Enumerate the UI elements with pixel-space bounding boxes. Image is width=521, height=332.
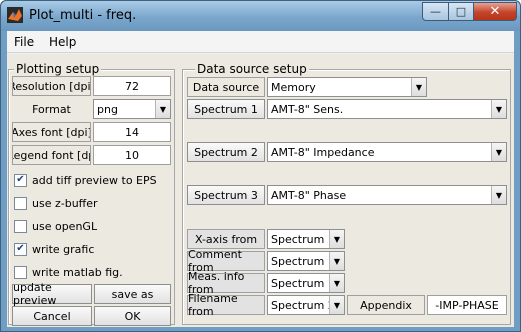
xaxis-from-value: Spectrum 1	[271, 233, 335, 246]
comment-from-value: Spectrum 1	[271, 255, 335, 268]
checkbox-box[interactable]	[14, 219, 27, 233]
format-label: Format	[12, 99, 91, 119]
filename-from-value: Spectrum 2	[271, 299, 335, 312]
spectrum-3-button[interactable]: Spectrum 3	[187, 185, 265, 205]
data-source-title: Data source setup	[195, 62, 309, 76]
legend-font-input[interactable]: 10	[93, 145, 171, 165]
chevron-down-icon[interactable]: ▼	[411, 78, 426, 96]
tiff-preview-label: add tiff preview to EPS	[32, 173, 157, 187]
close-button[interactable]: ✕	[473, 2, 517, 21]
minimize-button[interactable]: —	[422, 2, 449, 21]
appendix-input[interactable]: -IMP-PHASE	[427, 295, 507, 315]
ok-button[interactable]: OK	[94, 306, 171, 326]
cancel-button[interactable]: Cancel	[12, 306, 92, 326]
write-matlab-fig-checkbox[interactable]: write matlab fig.	[14, 263, 123, 281]
resolution-label: Resolution [dpi]	[12, 76, 91, 96]
chevron-down-icon[interactable]: ▼	[329, 230, 344, 248]
menu-file[interactable]: File	[14, 35, 34, 49]
chevron-down-icon[interactable]: ▼	[491, 186, 506, 204]
format-value: png	[97, 103, 118, 116]
spectrum-2-value: AMT-8" Impedance	[271, 146, 375, 159]
chevron-down-icon[interactable]: ▼	[329, 296, 344, 314]
write-matlab-fig-label: write matlab fig.	[32, 265, 123, 279]
data-source-label: Data source	[187, 77, 265, 97]
meas-info-from-select[interactable]: Spectrum 1 ▼	[267, 273, 345, 293]
axes-font-input[interactable]: 14	[93, 122, 171, 142]
appendix-label: Appendix	[347, 295, 425, 315]
data-source-value: Memory	[271, 81, 316, 94]
figure-area: Plotting setup Resolution [dpi] 72 Forma…	[7, 54, 514, 327]
spectrum-1-button[interactable]: Spectrum 1	[187, 99, 265, 119]
save-as-button[interactable]: save as	[94, 284, 171, 304]
comment-from-select[interactable]: Spectrum 1 ▼	[267, 251, 345, 271]
chevron-down-icon[interactable]: ▼	[155, 100, 170, 118]
format-select[interactable]: png ▼	[93, 99, 171, 119]
write-grafic-checkbox[interactable]: ✔ write grafic	[14, 240, 94, 258]
window-frame: Plot_multi - freq. — □ ✕ File Help Plott…	[0, 0, 521, 332]
comment-from-label: Comment from	[187, 248, 265, 274]
spectrum-3-value: AMT-8" Phase	[271, 189, 347, 202]
meas-info-from-label: Meas. info from	[187, 270, 265, 296]
window-title: Plot_multi - freq.	[29, 8, 137, 23]
spectrum-2-button[interactable]: Spectrum 2	[187, 142, 265, 162]
update-preview-button[interactable]: update preview	[12, 281, 92, 307]
write-grafic-label: write grafic	[32, 242, 95, 256]
axes-font-label: Axes font [dpi]	[12, 122, 91, 142]
meas-info-from-value: Spectrum 1	[271, 277, 335, 290]
spectrum-3-select[interactable]: AMT-8" Phase ▼	[267, 185, 507, 205]
spectrum-1-select[interactable]: AMT-8" Sens. ▼	[267, 99, 507, 119]
filename-from-label: Filename from	[187, 292, 265, 318]
plotting-setup-panel: Plotting setup Resolution [dpi] 72 Forma…	[8, 62, 175, 326]
plotting-setup-title: Plotting setup	[14, 62, 102, 76]
menu-bar: File Help	[7, 31, 514, 53]
opengl-checkbox[interactable]: use openGL	[14, 217, 97, 235]
spectrum-2-select[interactable]: AMT-8" Impedance ▼	[267, 142, 507, 162]
zbuffer-checkbox[interactable]: use z-buffer	[14, 194, 98, 212]
title-bar[interactable]: Plot_multi - freq. — □ ✕	[1, 1, 520, 31]
chevron-down-icon[interactable]: ▼	[491, 100, 506, 118]
resolution-input[interactable]: 72	[93, 76, 171, 96]
chevron-down-icon[interactable]: ▼	[329, 274, 344, 292]
checkbox-box[interactable]	[14, 196, 27, 210]
spectrum-1-value: AMT-8" Sens.	[271, 103, 344, 116]
menu-help[interactable]: Help	[49, 35, 76, 49]
checkbox-box[interactable]	[14, 265, 27, 279]
maximize-button[interactable]: □	[448, 2, 474, 21]
client-area: File Help Plotting setup Resolution [dpi…	[7, 31, 514, 327]
chevron-down-icon[interactable]: ▼	[329, 252, 344, 270]
xaxis-from-select[interactable]: Spectrum 1 ▼	[267, 229, 345, 249]
tiff-preview-checkbox[interactable]: ✔ add tiff preview to EPS	[14, 171, 157, 189]
opengl-label: use openGL	[32, 219, 98, 233]
zbuffer-label: use z-buffer	[32, 196, 98, 210]
chevron-down-icon[interactable]: ▼	[491, 143, 506, 161]
checkbox-box[interactable]: ✔	[14, 242, 27, 256]
filename-from-select[interactable]: Spectrum 2 ▼	[267, 295, 345, 315]
xaxis-from-label: X-axis from	[187, 229, 265, 249]
data-source-panel: Data source setup Data source Memory ▼ S…	[182, 62, 511, 325]
data-source-select[interactable]: Memory ▼	[267, 77, 427, 97]
checkbox-box[interactable]: ✔	[14, 173, 27, 187]
matlab-icon	[7, 7, 23, 23]
legend-font-label: Legend font [dp	[12, 145, 91, 165]
